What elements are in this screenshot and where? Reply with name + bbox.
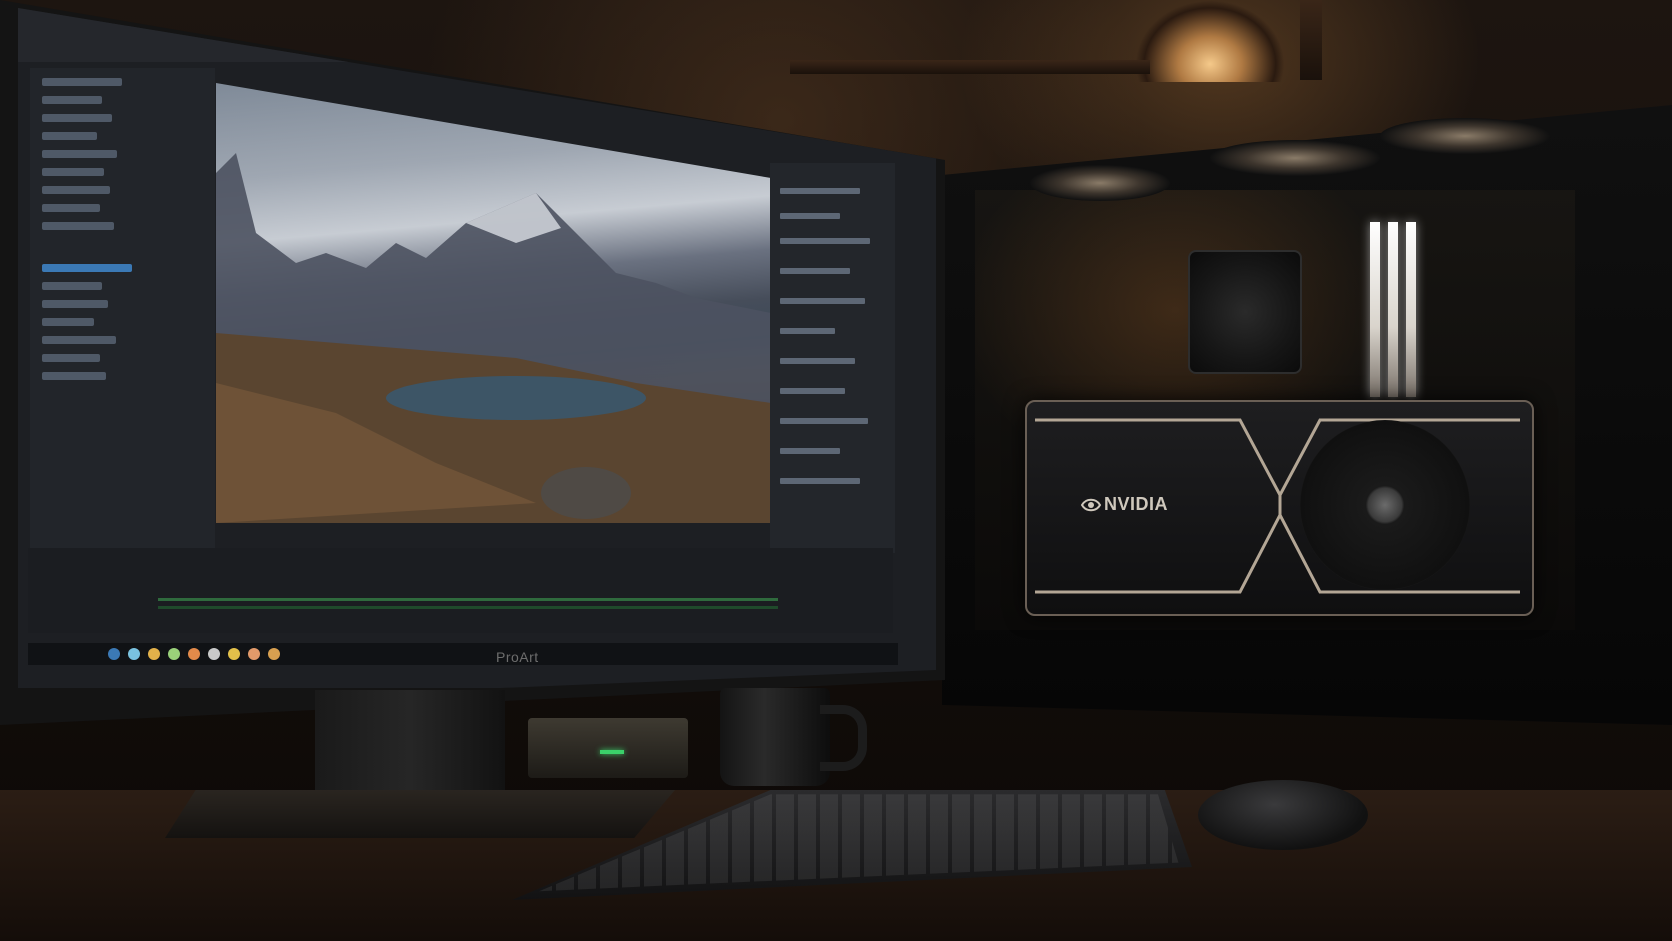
taskbar-app-icon <box>108 648 120 660</box>
taskbar-app-icon <box>168 648 180 660</box>
property-row <box>780 188 860 194</box>
property-row <box>780 268 850 274</box>
tree-item <box>42 282 102 290</box>
case-top-fan <box>1210 140 1380 176</box>
gpu-fan <box>1300 420 1470 590</box>
property-row <box>780 418 868 424</box>
tree-item <box>42 96 102 104</box>
ram-stick <box>1406 222 1416 397</box>
desk-device <box>528 718 688 778</box>
property-row <box>780 238 870 244</box>
tree-item <box>42 132 97 140</box>
tree-item <box>42 78 122 86</box>
device-led <box>600 750 624 754</box>
property-row <box>780 388 845 394</box>
cpu-cooler <box>1188 250 1302 374</box>
coffee-mug <box>720 688 830 786</box>
monitor-screen <box>18 8 936 688</box>
property-row <box>780 328 835 334</box>
taskbar-app-icon <box>128 648 140 660</box>
computer-mouse <box>1198 780 1368 850</box>
monitor-bezel <box>0 0 945 725</box>
taskbar-app-icon <box>148 648 160 660</box>
tree-item <box>42 300 108 308</box>
case-top-fan <box>1380 118 1550 154</box>
tree-item <box>42 354 100 362</box>
taskbar-app-icon <box>268 648 280 660</box>
gpu-brand-text: NVIDIA <box>1104 494 1169 514</box>
property-row <box>780 213 840 219</box>
background-shelf <box>1300 0 1322 80</box>
case-top-fan <box>1030 165 1170 201</box>
photo-scene: NVIDIA ProArt <box>0 0 1672 941</box>
tree-item <box>42 114 112 122</box>
property-row <box>780 298 865 304</box>
tree-item <box>42 204 100 212</box>
tree-item <box>42 336 116 344</box>
tree-item <box>42 222 114 230</box>
property-row <box>780 448 840 454</box>
taskbar-app-icon <box>228 648 240 660</box>
tree-item <box>42 186 110 194</box>
audio-waveform <box>158 598 778 601</box>
timeline-panel <box>28 548 893 633</box>
taskbar-app-icon <box>248 648 260 660</box>
audio-waveform <box>158 606 778 609</box>
tree-item-selected <box>42 264 132 272</box>
tree-item <box>42 372 106 380</box>
mug-handle <box>820 705 867 771</box>
ram-stick <box>1370 222 1380 397</box>
monitor-brand-label: ProArt <box>496 649 539 665</box>
tree-item <box>42 168 104 176</box>
tree-item <box>42 318 94 326</box>
nvidia-logo-icon <box>1080 498 1102 512</box>
ram-stick <box>1388 222 1398 397</box>
property-row <box>780 358 855 364</box>
app-menu-bar <box>18 8 936 62</box>
background-shelf <box>790 60 1150 74</box>
property-row <box>780 478 860 484</box>
taskbar-app-icon <box>208 648 220 660</box>
monitor-stand-base <box>165 790 675 838</box>
tree-item <box>42 150 117 158</box>
image-canvas <box>216 83 771 523</box>
ceiling-lamp <box>1135 0 1285 82</box>
taskbar-app-icon <box>188 648 200 660</box>
